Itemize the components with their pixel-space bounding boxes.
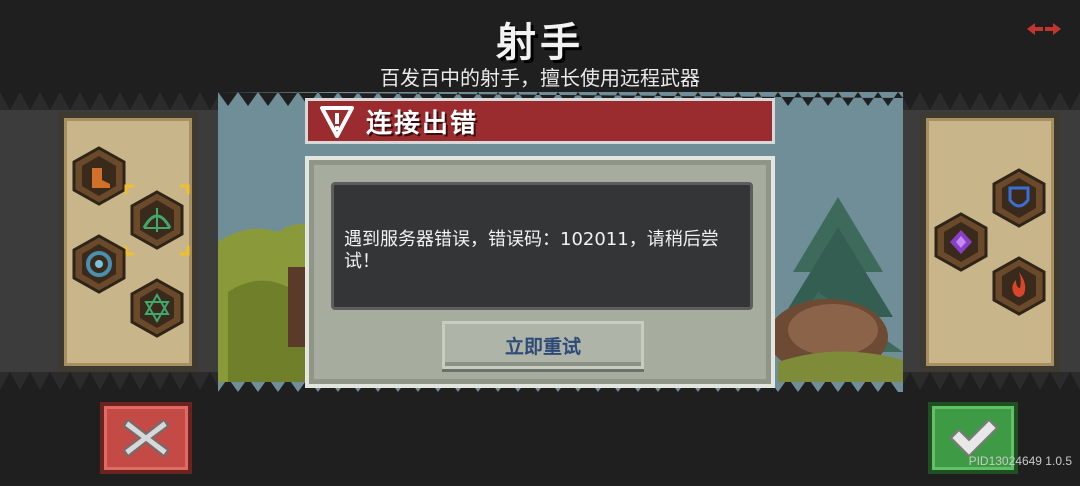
shield-icon — [992, 168, 1046, 228]
version-label: PID13024649 1.0.5 — [968, 454, 1072, 468]
retry-button[interactable]: 立即重试 — [442, 321, 644, 369]
selection-brackets — [124, 184, 190, 256]
dialog-title: 连接出错 — [366, 108, 479, 139]
fire-icon — [992, 256, 1046, 316]
hexagram-icon — [130, 278, 184, 338]
skill-slot-7[interactable] — [992, 256, 1046, 316]
warning-icon — [320, 106, 354, 138]
skill-slot-3[interactable] — [72, 234, 126, 294]
vortex-icon — [72, 234, 126, 294]
skill-slot-5[interactable] — [992, 168, 1046, 228]
swap-arrows-icon — [1027, 23, 1061, 35]
error-dialog: 遇到服务器错误，错误码：102011，请稍后尝试！ 立即重试 — [305, 156, 775, 388]
purple-gem-icon — [934, 212, 988, 272]
skill-slot-2-selected[interactable] — [124, 184, 190, 256]
page-title: 射手 — [496, 20, 584, 66]
close-icon — [122, 418, 170, 458]
left-skill-panel — [58, 112, 198, 372]
skill-slot-6[interactable] — [934, 212, 988, 272]
skill-slot-1[interactable] — [72, 146, 126, 206]
swap-button[interactable] — [1026, 20, 1062, 38]
page-subtitle: 百发百中的射手，擅长使用远程武器 — [380, 66, 700, 90]
skill-slot-4[interactable] — [130, 278, 184, 338]
cancel-button[interactable] — [100, 402, 192, 474]
dialog-header: 连接出错 — [305, 98, 775, 144]
boot-icon — [72, 146, 126, 206]
message-box: 遇到服务器错误，错误码：102011，请稍后尝试！ — [331, 182, 753, 310]
error-message: 遇到服务器错误，错误码：102011，请稍后尝试！ — [344, 229, 719, 272]
right-skill-panel — [920, 112, 1060, 372]
